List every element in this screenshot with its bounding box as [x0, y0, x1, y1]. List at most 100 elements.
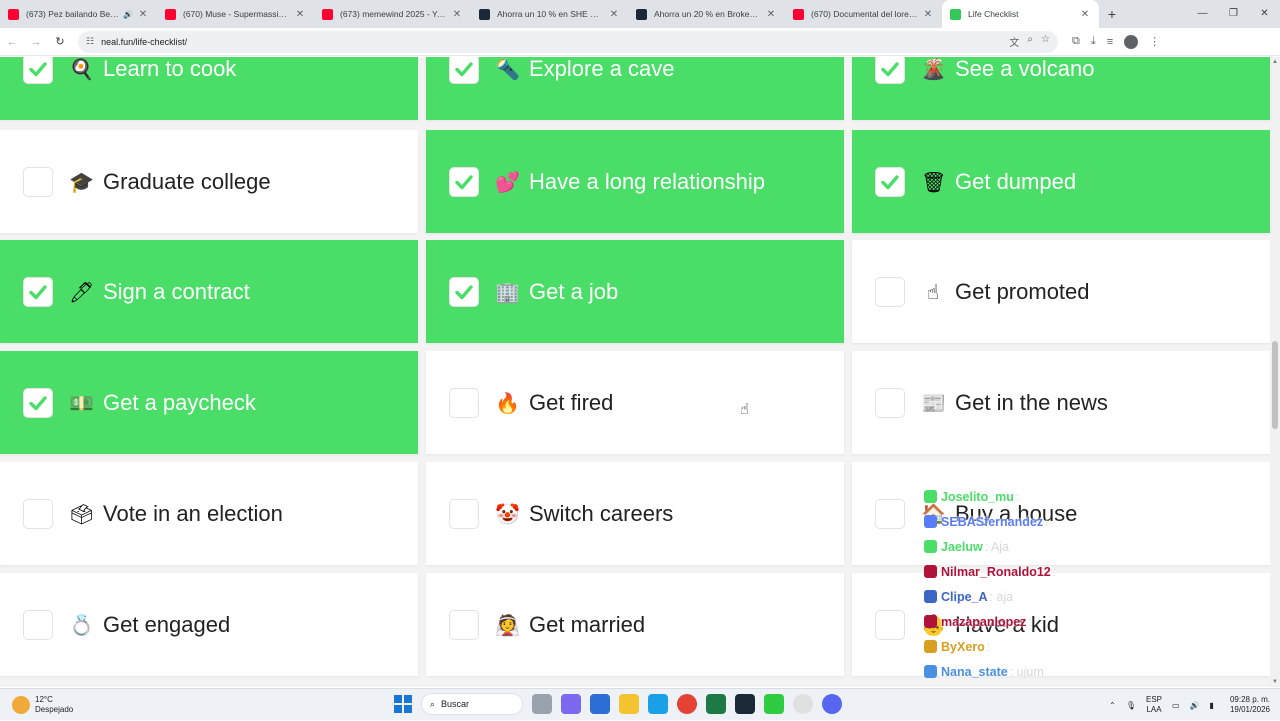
tab-close-icon[interactable]: ✕	[137, 9, 149, 20]
bookmark-star-icon[interactable]: ☆	[1041, 34, 1050, 49]
browser-tab[interactable]: (673) memewind 2025 - YouTub ✕	[314, 0, 471, 28]
copilot-icon[interactable]	[561, 694, 581, 714]
checkbox[interactable]	[23, 498, 53, 529]
forward-icon[interactable]: →	[24, 36, 48, 48]
checkbox[interactable]	[23, 609, 53, 640]
close-window-icon[interactable]: ✕	[1249, 0, 1280, 28]
checklist-item[interactable]: 🔥 Get fired	[426, 351, 844, 454]
game-app-icon[interactable]	[764, 694, 784, 714]
steam-icon[interactable]	[735, 694, 755, 714]
chat-message: Nilmar_Ronaldo12:	[924, 559, 1124, 584]
checkbox[interactable]	[875, 609, 905, 640]
obs-icon[interactable]	[793, 694, 813, 714]
checklist-item[interactable]: 🌋 See a volcano	[852, 57, 1270, 120]
tab-close-icon[interactable]: ✕	[1079, 9, 1091, 20]
minimize-icon[interactable]: —	[1187, 0, 1218, 28]
checkbox[interactable]	[449, 57, 479, 84]
checkbox[interactable]	[449, 498, 479, 529]
tab-close-icon[interactable]: ✕	[922, 9, 934, 20]
edge-icon[interactable]	[648, 694, 668, 714]
checkbox[interactable]	[449, 387, 479, 418]
browser-tab[interactable]: Ahorra un 10 % en SHE WAS 98 ✕	[471, 0, 628, 28]
checklist-item[interactable]: ☝ Get promoted	[852, 240, 1270, 343]
menu-kebab-icon[interactable]: ⋮	[1149, 35, 1160, 48]
microphone-icon[interactable]: 🎙	[1126, 701, 1136, 710]
zoom-icon[interactable]: ⌕	[1027, 34, 1033, 49]
tray-chevron-icon[interactable]: ⌃	[1109, 701, 1116, 710]
checklist-item[interactable]: 🔦 Explore a cave	[426, 57, 844, 120]
chat-text: :	[1028, 614, 1032, 629]
checklist-item[interactable]: 🤡 Switch careers	[426, 462, 844, 565]
checklist-item[interactable]: 📰 Get in the news	[852, 351, 1270, 454]
checkbox[interactable]	[875, 276, 905, 307]
checkbox[interactable]	[23, 57, 53, 84]
checklist-item[interactable]: 🗳 Vote in an election	[0, 462, 418, 565]
checkbox[interactable]	[875, 57, 905, 84]
checklist-item[interactable]: 🖊 Sign a contract	[0, 240, 418, 343]
back-icon[interactable]: ←	[0, 36, 24, 48]
battery-icon[interactable]: ▮	[1210, 701, 1214, 710]
speaker-icon[interactable]: 🔊	[1190, 701, 1200, 710]
language-indicator[interactable]: ESP LAA	[1146, 695, 1162, 715]
page-scrollbar[interactable]: ▲ ▼	[1270, 57, 1280, 687]
extensions-icon[interactable]: ⧉	[1072, 35, 1080, 48]
reload-icon[interactable]: ↻	[48, 35, 72, 48]
checklist-item[interactable]: 🗑 Get dumped	[852, 130, 1270, 233]
scroll-up-icon[interactable]: ▲	[1270, 59, 1280, 65]
file-explorer-icon[interactable]	[619, 694, 639, 714]
hand-cursor-icon: ☝	[740, 401, 750, 418]
task-view-icon[interactable]	[532, 694, 552, 714]
checkbox[interactable]	[449, 276, 479, 307]
tab-title: (670) Muse - Supermassive bla	[183, 9, 290, 19]
discord-icon[interactable]	[822, 694, 842, 714]
checkbox[interactable]	[875, 166, 905, 197]
restore-icon[interactable]: ❐	[1218, 0, 1249, 28]
tab-audio-icon[interactable]: 🔊	[123, 10, 133, 19]
taskbar-search[interactable]: ⌕ Buscar	[421, 693, 523, 715]
checklist-item[interactable]: 🏢 Get a job	[426, 240, 844, 343]
chrome-icon[interactable]	[677, 694, 697, 714]
tab-close-icon[interactable]: ✕	[765, 9, 777, 20]
checklist-item[interactable]: 🎓 Graduate college	[0, 130, 418, 233]
browser-tab[interactable]: (673) Pez bailando Beach p 🔊 ✕	[0, 0, 157, 28]
new-tab-button[interactable]: +	[1099, 6, 1125, 22]
checklist-item[interactable]: 🍳 Learn to cook	[0, 57, 418, 120]
tab-close-icon[interactable]: ✕	[294, 9, 306, 20]
checklist-item[interactable]: 💕 Have a long relationship	[426, 130, 844, 233]
checkbox[interactable]	[23, 166, 53, 197]
checklist-item[interactable]: 💵 Get a paycheck	[0, 351, 418, 454]
browser-tab[interactable]: (670) Documental del lore de T ✕	[785, 0, 942, 28]
excel-icon[interactable]	[706, 694, 726, 714]
chat-username: ByXero	[941, 639, 985, 654]
checkbox[interactable]	[23, 276, 53, 307]
tab-close-icon[interactable]: ✕	[451, 9, 463, 20]
checkbox[interactable]	[449, 609, 479, 640]
profile-avatar[interactable]	[1124, 34, 1139, 49]
reading-list-icon[interactable]: ≡	[1107, 36, 1113, 48]
browser-tab[interactable]: Life Checklist ✕	[942, 0, 1099, 28]
scrollbar-thumb[interactable]	[1272, 341, 1278, 429]
checkmark-icon	[881, 174, 899, 189]
scroll-down-icon[interactable]: ▼	[1270, 679, 1280, 685]
checkbox[interactable]	[875, 498, 905, 529]
store-icon[interactable]	[590, 694, 610, 714]
checklist-item[interactable]: 👰 Get married	[426, 573, 844, 676]
checkbox[interactable]	[875, 387, 905, 418]
address-bar[interactable]: ☷ neal.fun/life-checklist/ 文 ⌕ ☆	[78, 30, 1058, 53]
url-text: neal.fun/life-checklist/	[101, 36, 188, 47]
checkbox[interactable]	[449, 166, 479, 197]
clock[interactable]: 09:28 p. m. 19/01/2026	[1230, 695, 1270, 715]
browser-tab[interactable]: (670) Muse - Supermassive bla ✕	[157, 0, 314, 28]
tab-close-icon[interactable]: ✕	[608, 9, 620, 20]
site-info-icon[interactable]: ☷	[86, 36, 94, 47]
weather-widget[interactable]: 12°C Despejado	[12, 695, 132, 715]
chat-text: :	[1052, 564, 1057, 579]
start-button[interactable]	[394, 695, 412, 713]
checklist-item[interactable]: 💍 Get engaged	[0, 573, 418, 676]
browser-tab[interactable]: Ahorra un 20 % en BrokenLore ✕	[628, 0, 785, 28]
item-emoji-icon: 🗑	[921, 169, 947, 194]
checkbox[interactable]	[23, 387, 53, 418]
download-icon[interactable]: ⤓	[1091, 35, 1096, 48]
network-icon[interactable]: ▭	[1172, 701, 1180, 710]
translate-icon[interactable]: 文	[1009, 34, 1019, 49]
